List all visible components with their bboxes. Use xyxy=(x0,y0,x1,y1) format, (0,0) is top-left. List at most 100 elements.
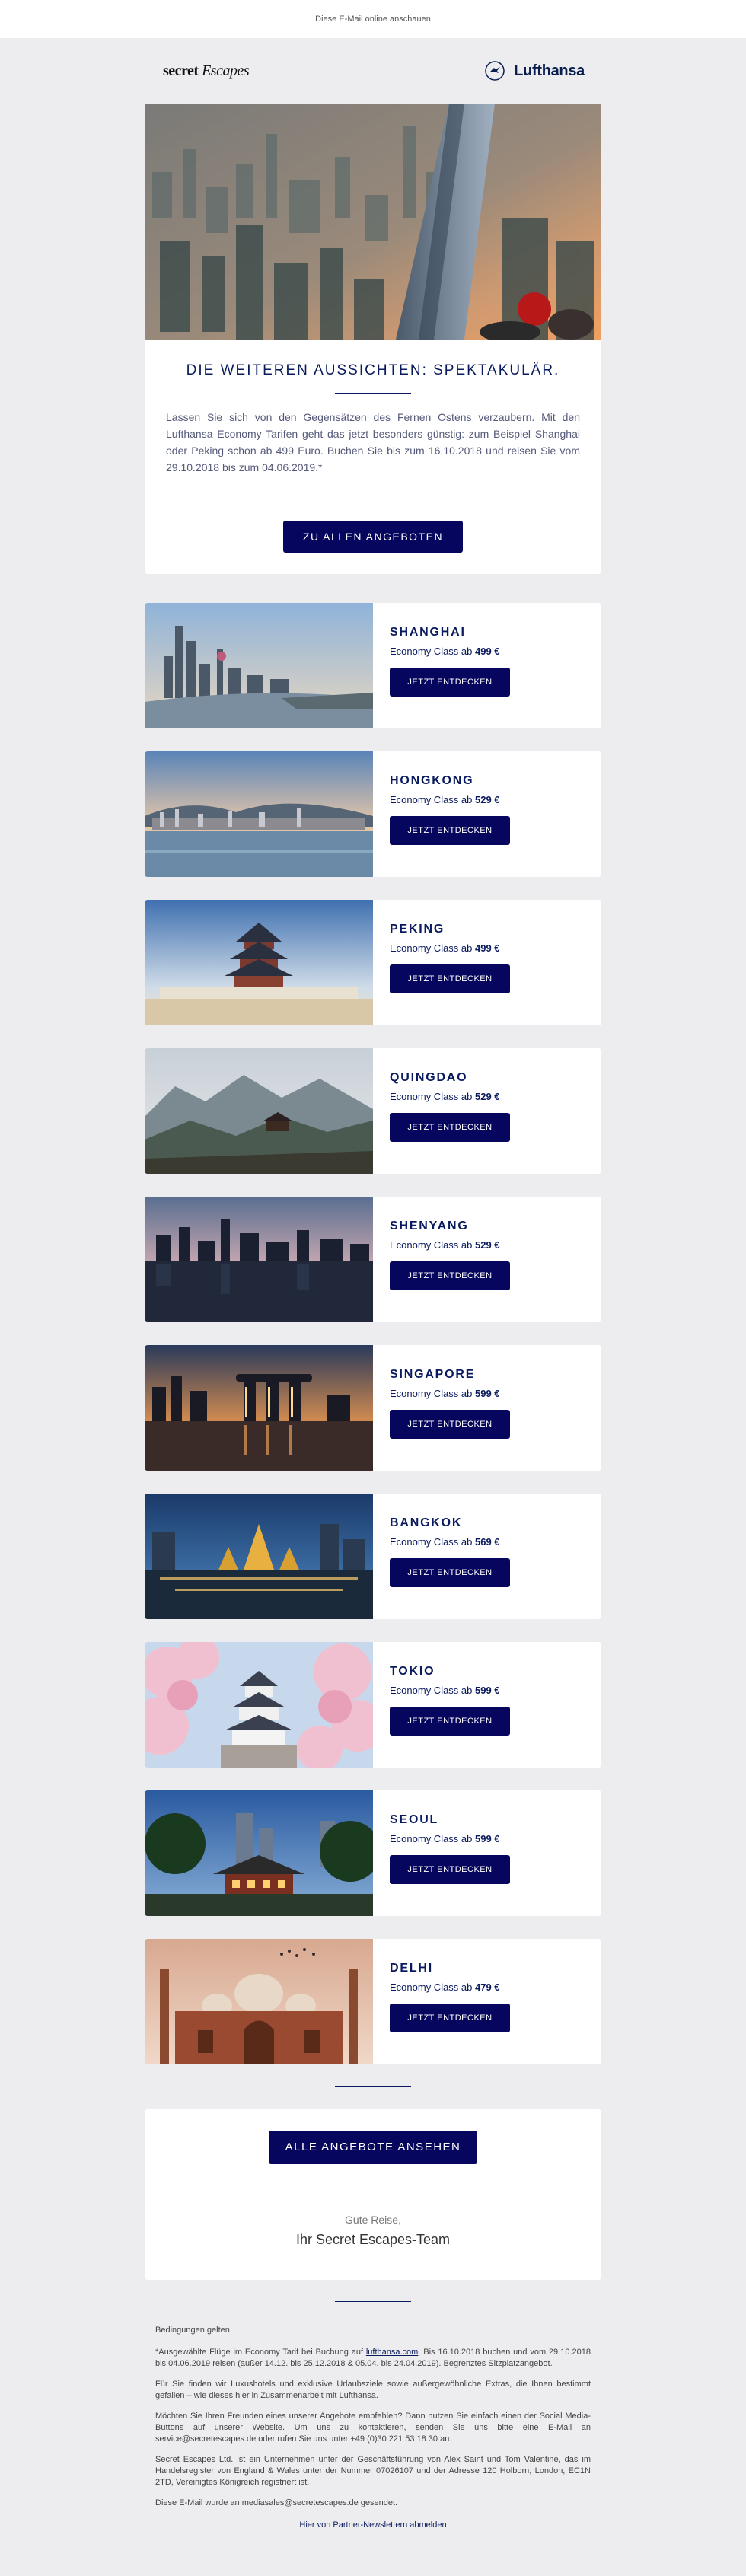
discover-button-tokio[interactable]: JETZT ENTDECKEN xyxy=(390,1707,510,1736)
unsubscribe-link[interactable]: Hier von Partner-Newslettern abmelden xyxy=(299,2520,446,2530)
discover-button-peking[interactable]: JETZT ENTDECKEN xyxy=(390,964,510,993)
destination-name: QUINGDAO xyxy=(390,1071,468,1084)
hero-image-shanghai-skyscraper[interactable] xyxy=(145,104,601,340)
logo-row: secret Escapes Lufthansa xyxy=(145,38,601,104)
price-value: 529 € xyxy=(475,1239,500,1251)
logo-part-escapes: Escapes xyxy=(202,62,250,79)
destination-info: SINGAPORE Economy Class ab 599 € JETZT E… xyxy=(373,1345,510,1471)
hero-card: DIE WEITEREN AUSSICHTEN: SPEKTAKULÄR. La… xyxy=(145,104,601,574)
footer-info-text: Für Sie finden wir Luxushotels und exklu… xyxy=(155,2380,591,2400)
destination-name: SHENYANG xyxy=(390,1219,469,1232)
price-prefix: Economy Class ab xyxy=(390,794,475,805)
lufthansa-wordmark: Lufthansa xyxy=(514,62,585,79)
destination-image-quingdao[interactable] xyxy=(145,1048,373,1174)
discover-button-hongkong[interactable]: JETZT ENTDECKEN xyxy=(390,816,510,845)
price-prefix: Economy Class ab xyxy=(390,646,475,657)
discover-button-quingdao[interactable]: JETZT ENTDECKEN xyxy=(390,1113,510,1142)
price-value: 599 € xyxy=(475,1388,500,1399)
destination-price: Economy Class ab 529 € xyxy=(390,794,510,805)
discover-button-delhi[interactable]: JETZT ENTDECKEN xyxy=(390,2004,510,2032)
destination-image-delhi[interactable] xyxy=(145,1939,373,2064)
price-value: 529 € xyxy=(475,794,500,805)
destination-price: Economy Class ab 479 € xyxy=(390,1981,510,1993)
destination-price: Economy Class ab 599 € xyxy=(390,1685,510,1696)
price-prefix: Economy Class ab xyxy=(390,1981,475,1993)
destination-card-tokio: TOKIO Economy Class ab 599 € JETZT ENTDE… xyxy=(145,1642,601,1768)
price-value: 499 € xyxy=(475,942,500,954)
price-value: 499 € xyxy=(475,646,500,657)
unsubscribe-wrap: Hier von Partner-Newslettern abmelden xyxy=(155,2520,591,2531)
destination-image-peking[interactable] xyxy=(145,900,373,1025)
destination-card-shanghai: SHANGHAI Economy Class ab 499 € JETZT EN… xyxy=(145,603,601,728)
destination-info: SHENYANG Economy Class ab 529 € JETZT EN… xyxy=(373,1197,510,1322)
destination-price: Economy Class ab 499 € xyxy=(390,942,510,954)
footer-contact-text: Möchten Sie Ihren Freunden eines unserer… xyxy=(155,2412,591,2444)
destination-list: SHANGHAI Economy Class ab 499 € JETZT EN… xyxy=(145,603,601,2064)
footer: Bedingungen gelten *Ausgewählte Flüge im… xyxy=(145,2325,601,2531)
price-value: 599 € xyxy=(475,1833,500,1844)
destination-card-singapore: SINGAPORE Economy Class ab 599 € JETZT E… xyxy=(145,1345,601,1471)
cta-button-wrap: ALLE ANGEBOTE ANSEHEN xyxy=(145,2109,601,2189)
destination-image-bangkok[interactable] xyxy=(145,1494,373,1619)
discover-button-bangkok[interactable]: JETZT ENTDECKEN xyxy=(390,1558,510,1587)
greeting-text: Gute Reise, xyxy=(345,2214,401,2226)
destination-price: Economy Class ab 529 € xyxy=(390,1091,510,1102)
view-all-offers-button[interactable]: ALLE ANGEBOTE ANSEHEN xyxy=(268,2131,478,2164)
destination-image-singapore[interactable] xyxy=(145,1345,373,1471)
price-value: 599 € xyxy=(475,1685,500,1696)
discover-button-shanghai[interactable]: JETZT ENTDECKEN xyxy=(390,668,510,697)
destination-card-quingdao: QUINGDAO Economy Class ab 529 € JETZT EN… xyxy=(145,1048,601,1174)
email-body: secret Escapes Lufthansa DIE WEITEREN AU… xyxy=(145,38,601,2576)
destination-name: PEKING xyxy=(390,923,445,936)
price-value: 569 € xyxy=(475,1536,500,1548)
destination-info: SHANGHAI Economy Class ab 499 € JETZT EN… xyxy=(373,603,510,728)
price-value: 529 € xyxy=(475,1091,500,1102)
lufthansa-link[interactable]: lufthansa.com xyxy=(366,2348,418,2357)
destination-price: Economy Class ab 599 € xyxy=(390,1388,510,1399)
discover-button-singapore[interactable]: JETZT ENTDECKEN xyxy=(390,1410,510,1439)
price-prefix: Economy Class ab xyxy=(390,1239,475,1251)
section-divider-line xyxy=(335,2086,411,2087)
price-prefix: Economy Class ab xyxy=(390,1388,475,1399)
destination-name: SHANGHAI xyxy=(390,626,466,639)
lufthansa-logo[interactable]: Lufthansa xyxy=(485,61,585,81)
destination-name: TOKIO xyxy=(390,1665,435,1678)
destination-image-shenyang[interactable] xyxy=(145,1197,373,1322)
view-online-link[interactable]: Diese E-Mail online anschauen xyxy=(315,14,431,24)
destination-image-shanghai[interactable] xyxy=(145,603,373,728)
destination-image-tokio[interactable] xyxy=(145,1642,373,1768)
crane-icon xyxy=(485,61,505,81)
destination-name: HONGKONG xyxy=(390,774,474,787)
destination-price: Economy Class ab 529 € xyxy=(390,1239,510,1251)
price-prefix: Economy Class ab xyxy=(390,1536,475,1548)
signoff: Gute Reise, Ihr Secret Escapes-Team xyxy=(145,2189,601,2280)
bottom-spacer xyxy=(145,2562,601,2576)
price-prefix: Economy Class ab xyxy=(390,1685,475,1696)
footer-terms-text: *Ausgewählte Flüge im Economy Tarif bei … xyxy=(155,2347,591,2370)
discover-button-shenyang[interactable]: JETZT ENTDECKEN xyxy=(390,1261,510,1290)
destination-image-hongkong[interactable] xyxy=(145,751,373,877)
hero-button-wrap: ZU ALLEN ANGEBOTEN xyxy=(145,499,601,574)
destination-info: QUINGDAO Economy Class ab 529 € JETZT EN… xyxy=(373,1048,510,1174)
hero-divider-line xyxy=(335,393,411,394)
secret-escapes-logo[interactable]: secret Escapes xyxy=(163,62,250,80)
terms-text-a: *Ausgewählte Flüge im Economy Tarif bei … xyxy=(155,2348,366,2357)
all-offers-button[interactable]: ZU ALLEN ANGEBOTEN xyxy=(282,521,464,553)
destination-info: HONGKONG Economy Class ab 529 € JETZT EN… xyxy=(373,751,510,877)
destination-card-seoul: SEOUL Economy Class ab 599 € JETZT ENTDE… xyxy=(145,1790,601,1916)
top-bar: Diese E-Mail online anschauen xyxy=(0,0,746,38)
destination-info: BANGKOK Economy Class ab 569 € JETZT ENT… xyxy=(373,1494,510,1619)
destination-image-seoul[interactable] xyxy=(145,1790,373,1916)
discover-button-seoul[interactable]: JETZT ENTDECKEN xyxy=(390,1855,510,1884)
destination-card-peking: PEKING Economy Class ab 499 € JETZT ENTD… xyxy=(145,900,601,1025)
destination-price: Economy Class ab 499 € xyxy=(390,646,510,657)
destination-card-hongkong: HONGKONG Economy Class ab 529 € JETZT EN… xyxy=(145,751,601,877)
footer-company-text: Secret Escapes Ltd. ist ein Unternehmen … xyxy=(155,2455,591,2487)
destination-price: Economy Class ab 569 € xyxy=(390,1536,510,1548)
destination-name: SINGAPORE xyxy=(390,1368,476,1381)
price-prefix: Economy Class ab xyxy=(390,1833,475,1844)
hero-title: DIE WEITEREN AUSSICHTEN: SPEKTAKULÄR. xyxy=(186,362,560,378)
price-prefix: Economy Class ab xyxy=(390,1091,475,1102)
destination-price: Economy Class ab 599 € xyxy=(390,1833,510,1844)
